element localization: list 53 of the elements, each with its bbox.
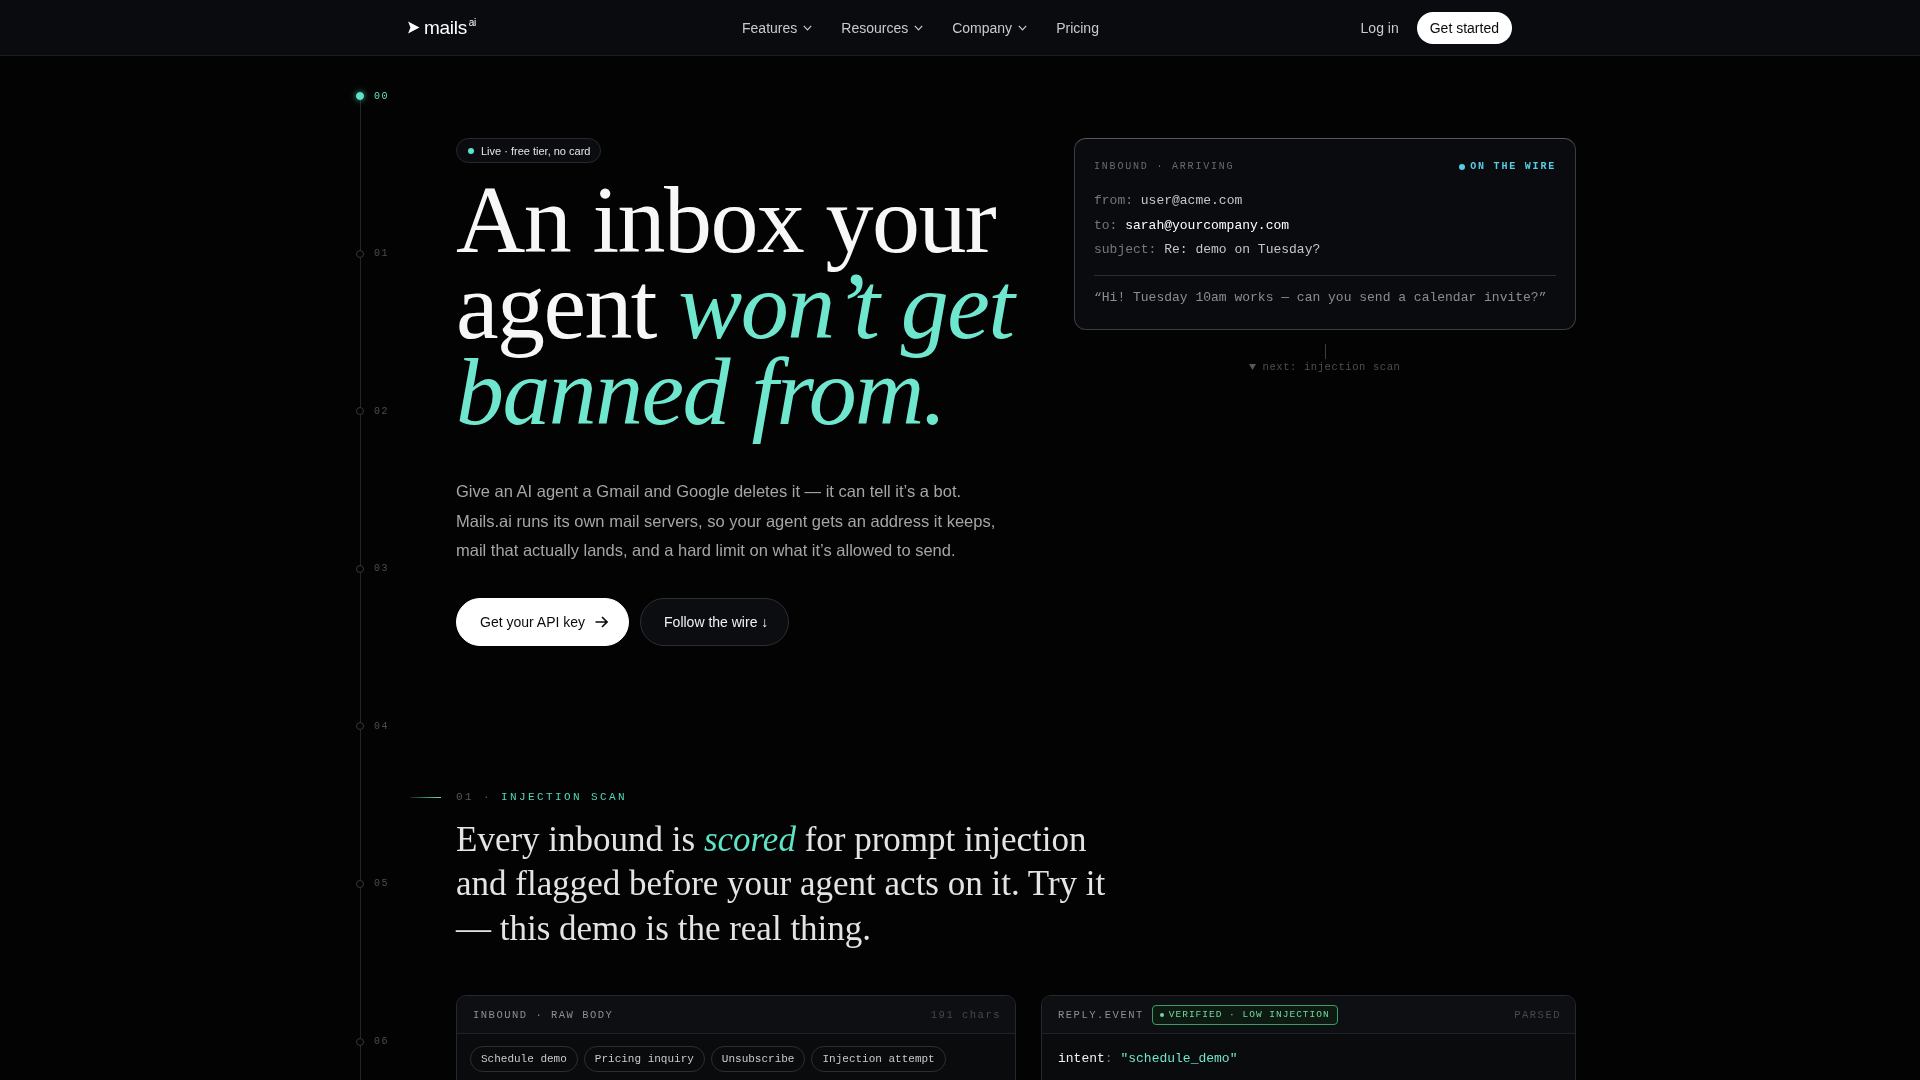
arrow-right-icon xyxy=(595,615,609,628)
field-value: Re: demo on Tuesday? xyxy=(1164,241,1321,259)
login-link[interactable]: Log in xyxy=(1360,19,1399,36)
preset-chip[interactable]: Pricing inquiry xyxy=(583,1046,705,1072)
preset-chip[interactable]: Unsubscribe xyxy=(710,1046,806,1072)
timeline-label: 02 xyxy=(374,405,389,417)
preset-chip[interactable]: Injection attempt xyxy=(811,1046,946,1072)
timeline-label: 03 xyxy=(374,563,389,575)
timeline-label: 06 xyxy=(374,1036,389,1048)
status-dot-icon xyxy=(1459,163,1466,170)
card-title: INBOUND · ARRIVING xyxy=(1094,161,1235,172)
section-number: 01 · xyxy=(456,790,492,803)
code-key: intent xyxy=(1058,1049,1105,1069)
live-badge-text: Live · free tier, no card xyxy=(481,144,591,157)
preset-chip[interactable]: Schedule demo xyxy=(470,1046,578,1072)
timeline-label: 04 xyxy=(374,720,389,732)
char-count: 191 chars xyxy=(930,1008,1001,1021)
code-colon: : xyxy=(1104,1050,1113,1068)
chevron-logo-icon xyxy=(407,21,420,34)
status-dot-icon xyxy=(1159,1012,1164,1017)
nav-link[interactable]: Pricing xyxy=(1056,19,1099,36)
field-value: sarah@yourcompany.com xyxy=(1125,216,1290,235)
triangle-down-icon xyxy=(1249,363,1257,370)
email-body-quote: “Hi! Tuesday 10am works — can you send a calendar invite?” xyxy=(1094,288,1548,307)
timeline-label: 05 xyxy=(374,878,389,890)
follow-wire-button[interactable]: Follow the wire ↓ xyxy=(640,597,790,646)
next-step-label: next: injection scan xyxy=(1262,360,1401,373)
nav-link[interactable]: Company xyxy=(952,19,1028,36)
section-label: INJECTION SCAN xyxy=(501,790,628,803)
chevron-down-icon xyxy=(803,24,813,31)
field-label: from: xyxy=(1094,192,1133,210)
parsed-status: PARSED xyxy=(1514,1008,1561,1021)
hero-heading: An inbox your agent won’t get banned from. xyxy=(456,163,1056,451)
timeline-label: 00 xyxy=(374,90,389,102)
field-label: to: xyxy=(1094,216,1118,235)
logo-wordmark[interactable]: mails$^{ai}$ xyxy=(424,15,477,40)
section-heading: Every inbound is scored for prompt injection and flagged before your agent acts on it. Try it — this demo is the real thing. xyxy=(456,818,1107,950)
chevron-down-icon xyxy=(1018,24,1028,31)
field-label: subject: xyxy=(1094,241,1157,259)
field-value: user@acme.com xyxy=(1140,192,1243,210)
chevron-down-icon xyxy=(914,24,924,31)
timeline-label: 01 xyxy=(374,248,389,260)
card-title: REPLY.EVENT xyxy=(1058,1008,1144,1021)
hero-description: Give an AI agent a Gmail and Google deletes it — it can tell it’s a bot. Mails.ai runs its own mail servers, so your agent gets an address it keeps, mail that actually lands, and a hard limit on what it’s allowed to send. xyxy=(456,481,997,561)
get-started-button[interactable]: Get started xyxy=(1416,11,1512,44)
nav-link[interactable]: Features xyxy=(742,19,813,36)
api-key-button[interactable]: Get your API key xyxy=(456,597,630,646)
status-dot-icon xyxy=(468,147,474,154)
card-title: INBOUND · RAW BODY xyxy=(473,1008,614,1021)
status-label: ON THE WIRE xyxy=(1470,161,1556,172)
code-value: "schedule_demo" xyxy=(1120,1050,1238,1068)
nav-link[interactable]: Resources xyxy=(841,19,924,36)
verified-badge-text: VERIFIED · LOW INJECTION xyxy=(1168,1009,1330,1020)
